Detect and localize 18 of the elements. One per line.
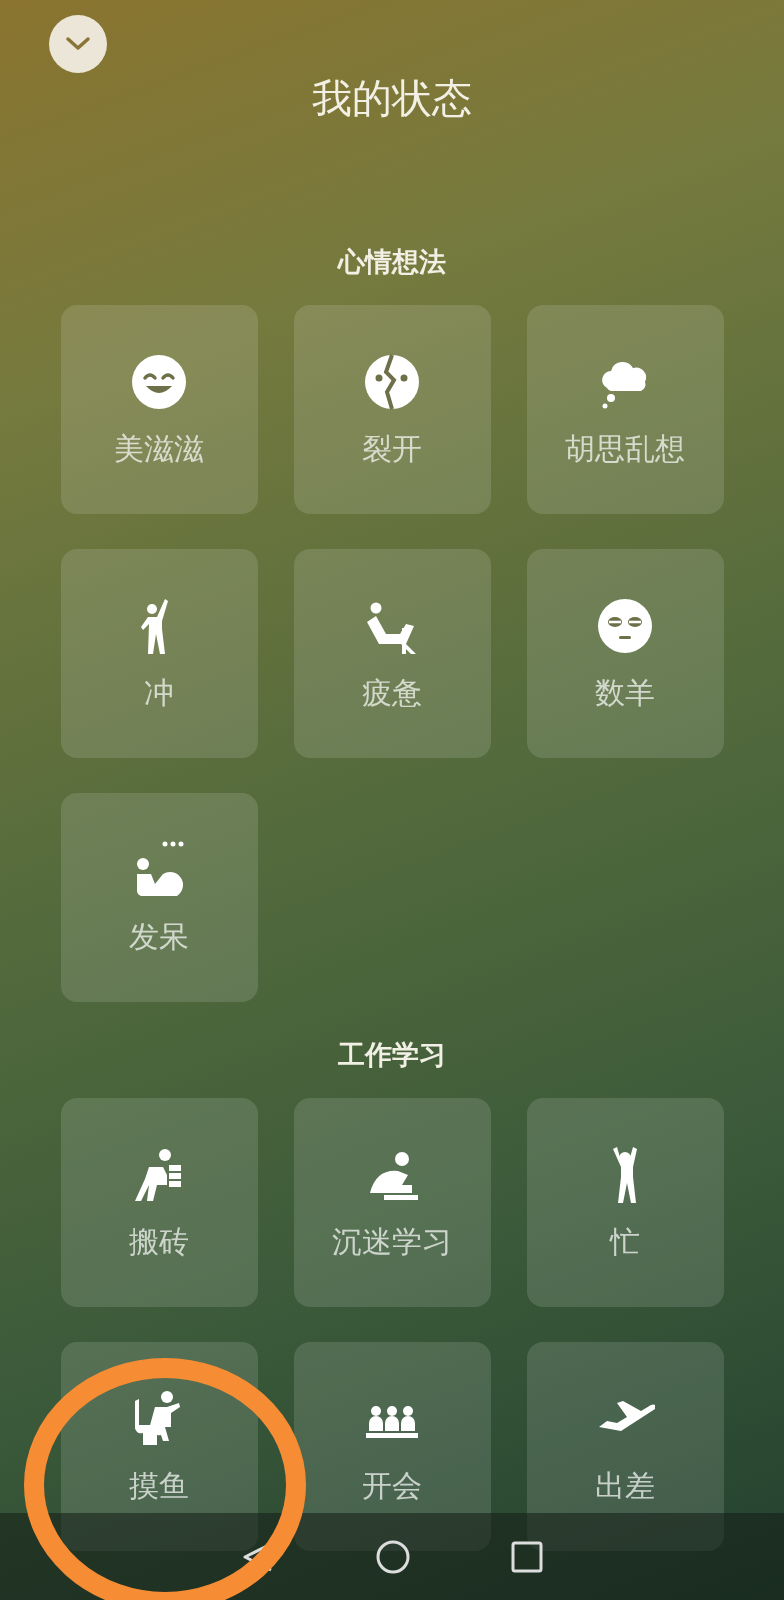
status-tile[interactable]: 忙 xyxy=(526,1098,724,1307)
status-tile[interactable]: 裂开 xyxy=(293,305,491,514)
status-tile[interactable]: 数羊 xyxy=(526,549,724,758)
recents-icon[interactable] xyxy=(511,1540,544,1573)
status-tile[interactable]: 胡思乱想 xyxy=(526,305,724,514)
home-icon[interactable] xyxy=(376,1539,410,1574)
cracked-face-icon xyxy=(362,351,422,412)
status-tile[interactable]: 冲 xyxy=(60,549,258,758)
section-heading: 心情想法 xyxy=(336,245,447,279)
section-heading: 工作学习 xyxy=(337,1038,447,1072)
collapse-button[interactable] xyxy=(49,15,107,73)
status-tile[interactable]: 沉迷学习 xyxy=(293,1098,491,1307)
status-tile[interactable]: 美滋滋 xyxy=(60,305,258,514)
status-tile[interactable]: 疲惫 xyxy=(293,549,491,758)
page-title: 我的状态 xyxy=(312,74,472,123)
chevron-down-icon xyxy=(65,36,91,52)
status-tile[interactable]: 发呆 xyxy=(60,793,258,1002)
status-tile[interactable]: 搬砖 xyxy=(60,1098,258,1307)
